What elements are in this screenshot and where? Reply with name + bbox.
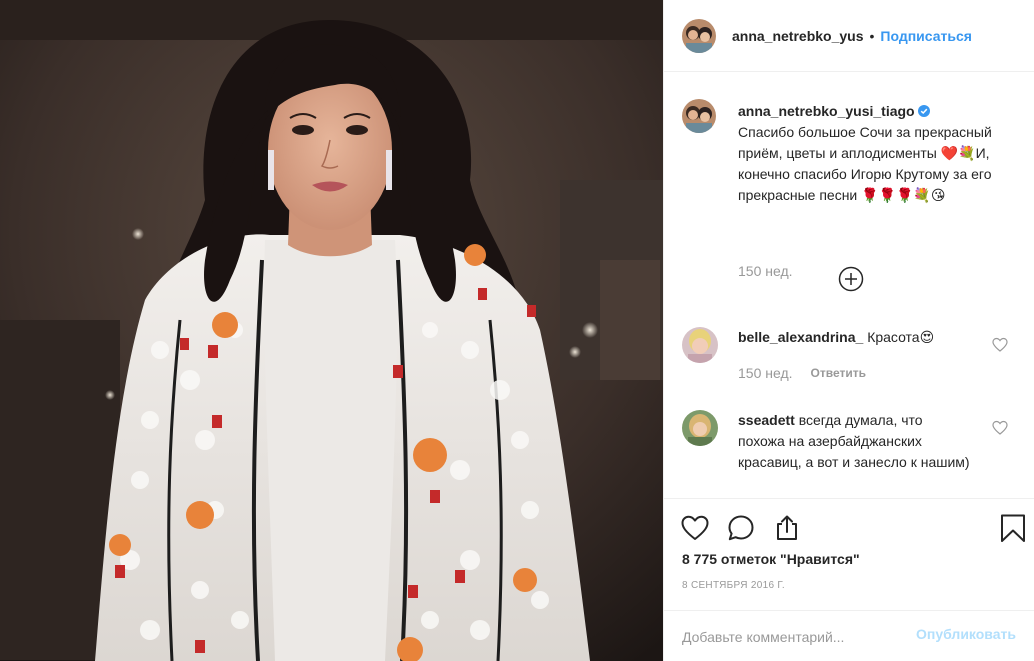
caption-text: Спасибо большое Сочи за прекрасный приём… — [738, 124, 992, 203]
post-actions: 8 775 отметок "Нравится" 8 сентября 2016… — [664, 498, 1034, 608]
comment-icon[interactable] — [726, 513, 756, 543]
publish-button[interactable]: Опубликовать — [916, 626, 1016, 642]
caption-text-block: anna_netrebko_yusi_tiago Спасибо большое… — [738, 101, 1008, 206]
comment-timestamp[interactable]: 150 нед. — [738, 365, 793, 381]
post-side-panel: anna_netrebko_yus • Подписаться anna_net… — [663, 0, 1034, 661]
woman-in-sequined-coat-image — [0, 0, 663, 661]
comment-input[interactable] — [682, 621, 902, 653]
post-header: anna_netrebko_yus • Подписаться — [664, 0, 1034, 72]
caption-timestamp[interactable]: 150 нед. — [738, 263, 793, 279]
plus-circle-icon — [838, 266, 864, 292]
verified-badge-icon — [917, 105, 930, 117]
comment-username-link[interactable]: sseadett — [738, 412, 795, 428]
caption-username-link[interactable]: anna_netrebko_yusi_tiago — [738, 103, 915, 119]
comment-text-block: sseadett всегда думала, что похожа на аз… — [738, 410, 970, 473]
avatar-icon[interactable] — [682, 327, 718, 363]
share-icon[interactable] — [772, 513, 802, 543]
comments-list[interactable]: anna_netrebko_yusi_tiago Спасибо большое… — [664, 73, 1034, 498]
avatar-icon[interactable] — [682, 410, 718, 446]
bookmark-icon[interactable] — [998, 513, 1028, 543]
load-more-comments-button[interactable] — [838, 266, 864, 292]
heart-outline-icon[interactable] — [992, 337, 1008, 353]
comment-text-block: belle_alexandrina_ Красота😍 — [738, 327, 970, 348]
comment-text: Красота😍 — [867, 329, 935, 345]
header-username-link[interactable]: anna_netrebko_yus — [732, 28, 864, 44]
follow-button[interactable]: Подписаться — [880, 28, 972, 44]
avatar-icon[interactable] — [682, 99, 716, 133]
post-date[interactable]: 8 сентября 2016 г. — [682, 580, 785, 591]
heart-icon[interactable] — [680, 513, 710, 543]
add-comment-bar: Опубликовать — [664, 610, 1034, 661]
comment-username-link[interactable]: belle_alexandrina_ — [738, 329, 863, 345]
reply-button[interactable]: Ответить — [811, 366, 866, 380]
avatar-icon[interactable] — [682, 18, 716, 53]
likes-count[interactable]: 8 775 отметок "Нравится" — [682, 551, 860, 567]
post-photo[interactable] — [0, 0, 663, 661]
comment-meta: 150 нед. Ответить — [738, 365, 866, 381]
heart-outline-icon[interactable] — [992, 420, 1008, 436]
header-separator: • — [869, 27, 875, 44]
